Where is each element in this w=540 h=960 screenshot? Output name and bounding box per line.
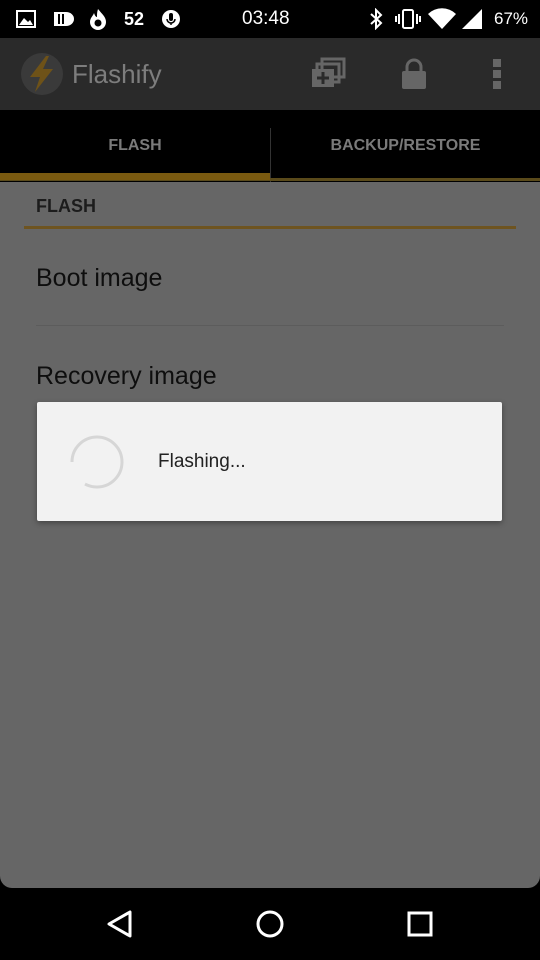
storage-notification-icon <box>52 0 74 38</box>
action-bar: Flashify <box>0 38 540 110</box>
bluetooth-icon <box>368 0 384 38</box>
temperature-text: 52 <box>124 8 145 29</box>
tab-flash[interactable]: FLASH <box>0 110 270 182</box>
back-icon[interactable] <box>80 888 160 960</box>
section-header: FLASH <box>36 195 96 216</box>
flashify-logo-icon[interactable] <box>20 38 64 110</box>
section-divider <box>24 226 516 229</box>
clock: 03:48 <box>242 8 290 29</box>
tab-backup-restore[interactable]: BACKUP/RESTORE <box>271 110 540 182</box>
list-divider <box>36 325 504 326</box>
list-item-recovery-image[interactable]: Recovery image <box>36 356 217 396</box>
wifi-icon <box>427 0 457 38</box>
dialog-message: Flashing... <box>158 450 246 472</box>
app-title: Flashify <box>72 58 162 89</box>
add-queue-icon[interactable] <box>310 38 348 110</box>
image-notification-icon <box>16 0 36 38</box>
battery-text: 67% <box>494 9 529 28</box>
mic-notification-icon <box>161 0 181 38</box>
progress-spinner-icon <box>69 434 125 490</box>
progress-dialog: Flashing... <box>37 402 502 521</box>
list-item-boot-image[interactable]: Boot image <box>36 258 162 298</box>
navigation-bar <box>0 888 540 960</box>
signal-icon <box>461 0 483 38</box>
tab-selected-indicator <box>0 173 270 180</box>
overflow-menu-icon[interactable] <box>491 38 503 110</box>
recents-icon[interactable] <box>380 888 460 960</box>
status-bar: 52 03:48 67% <box>0 0 540 38</box>
home-icon[interactable] <box>230 888 310 960</box>
flame-icon <box>88 0 108 38</box>
tab-bar: FLASH BACKUP/RESTORE <box>0 110 540 182</box>
lock-icon[interactable] <box>400 38 428 110</box>
vibrate-icon <box>394 0 422 38</box>
